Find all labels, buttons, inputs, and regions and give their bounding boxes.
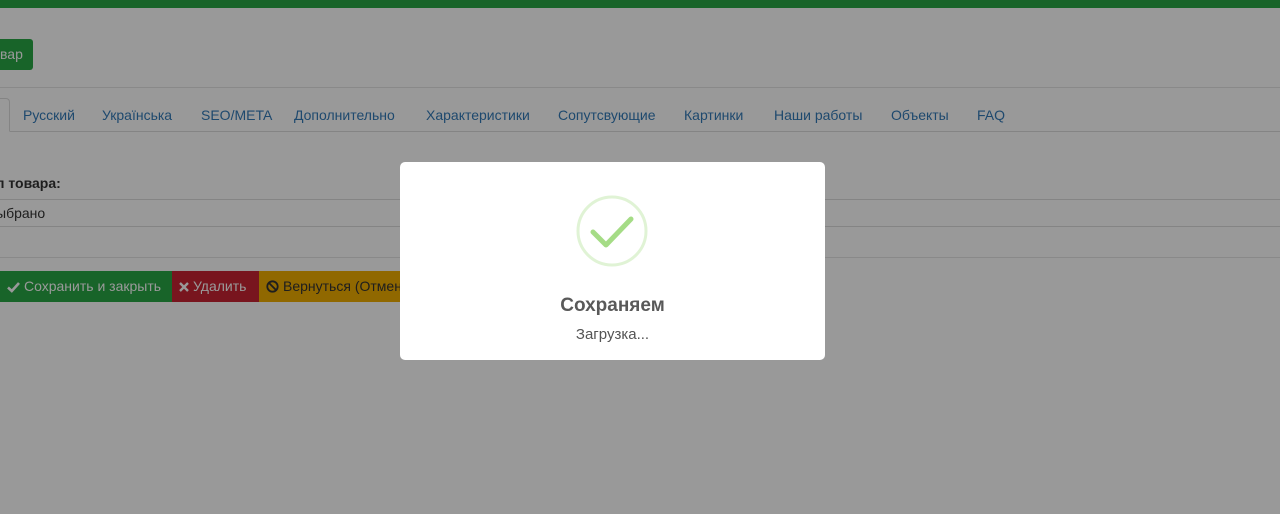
- dialog-title: Сохраняем: [560, 295, 665, 316]
- saving-dialog: Сохраняем Загрузка...: [400, 162, 825, 360]
- dialog-text: Загрузка...: [575, 326, 650, 343]
- success-check-icon: [576, 195, 648, 267]
